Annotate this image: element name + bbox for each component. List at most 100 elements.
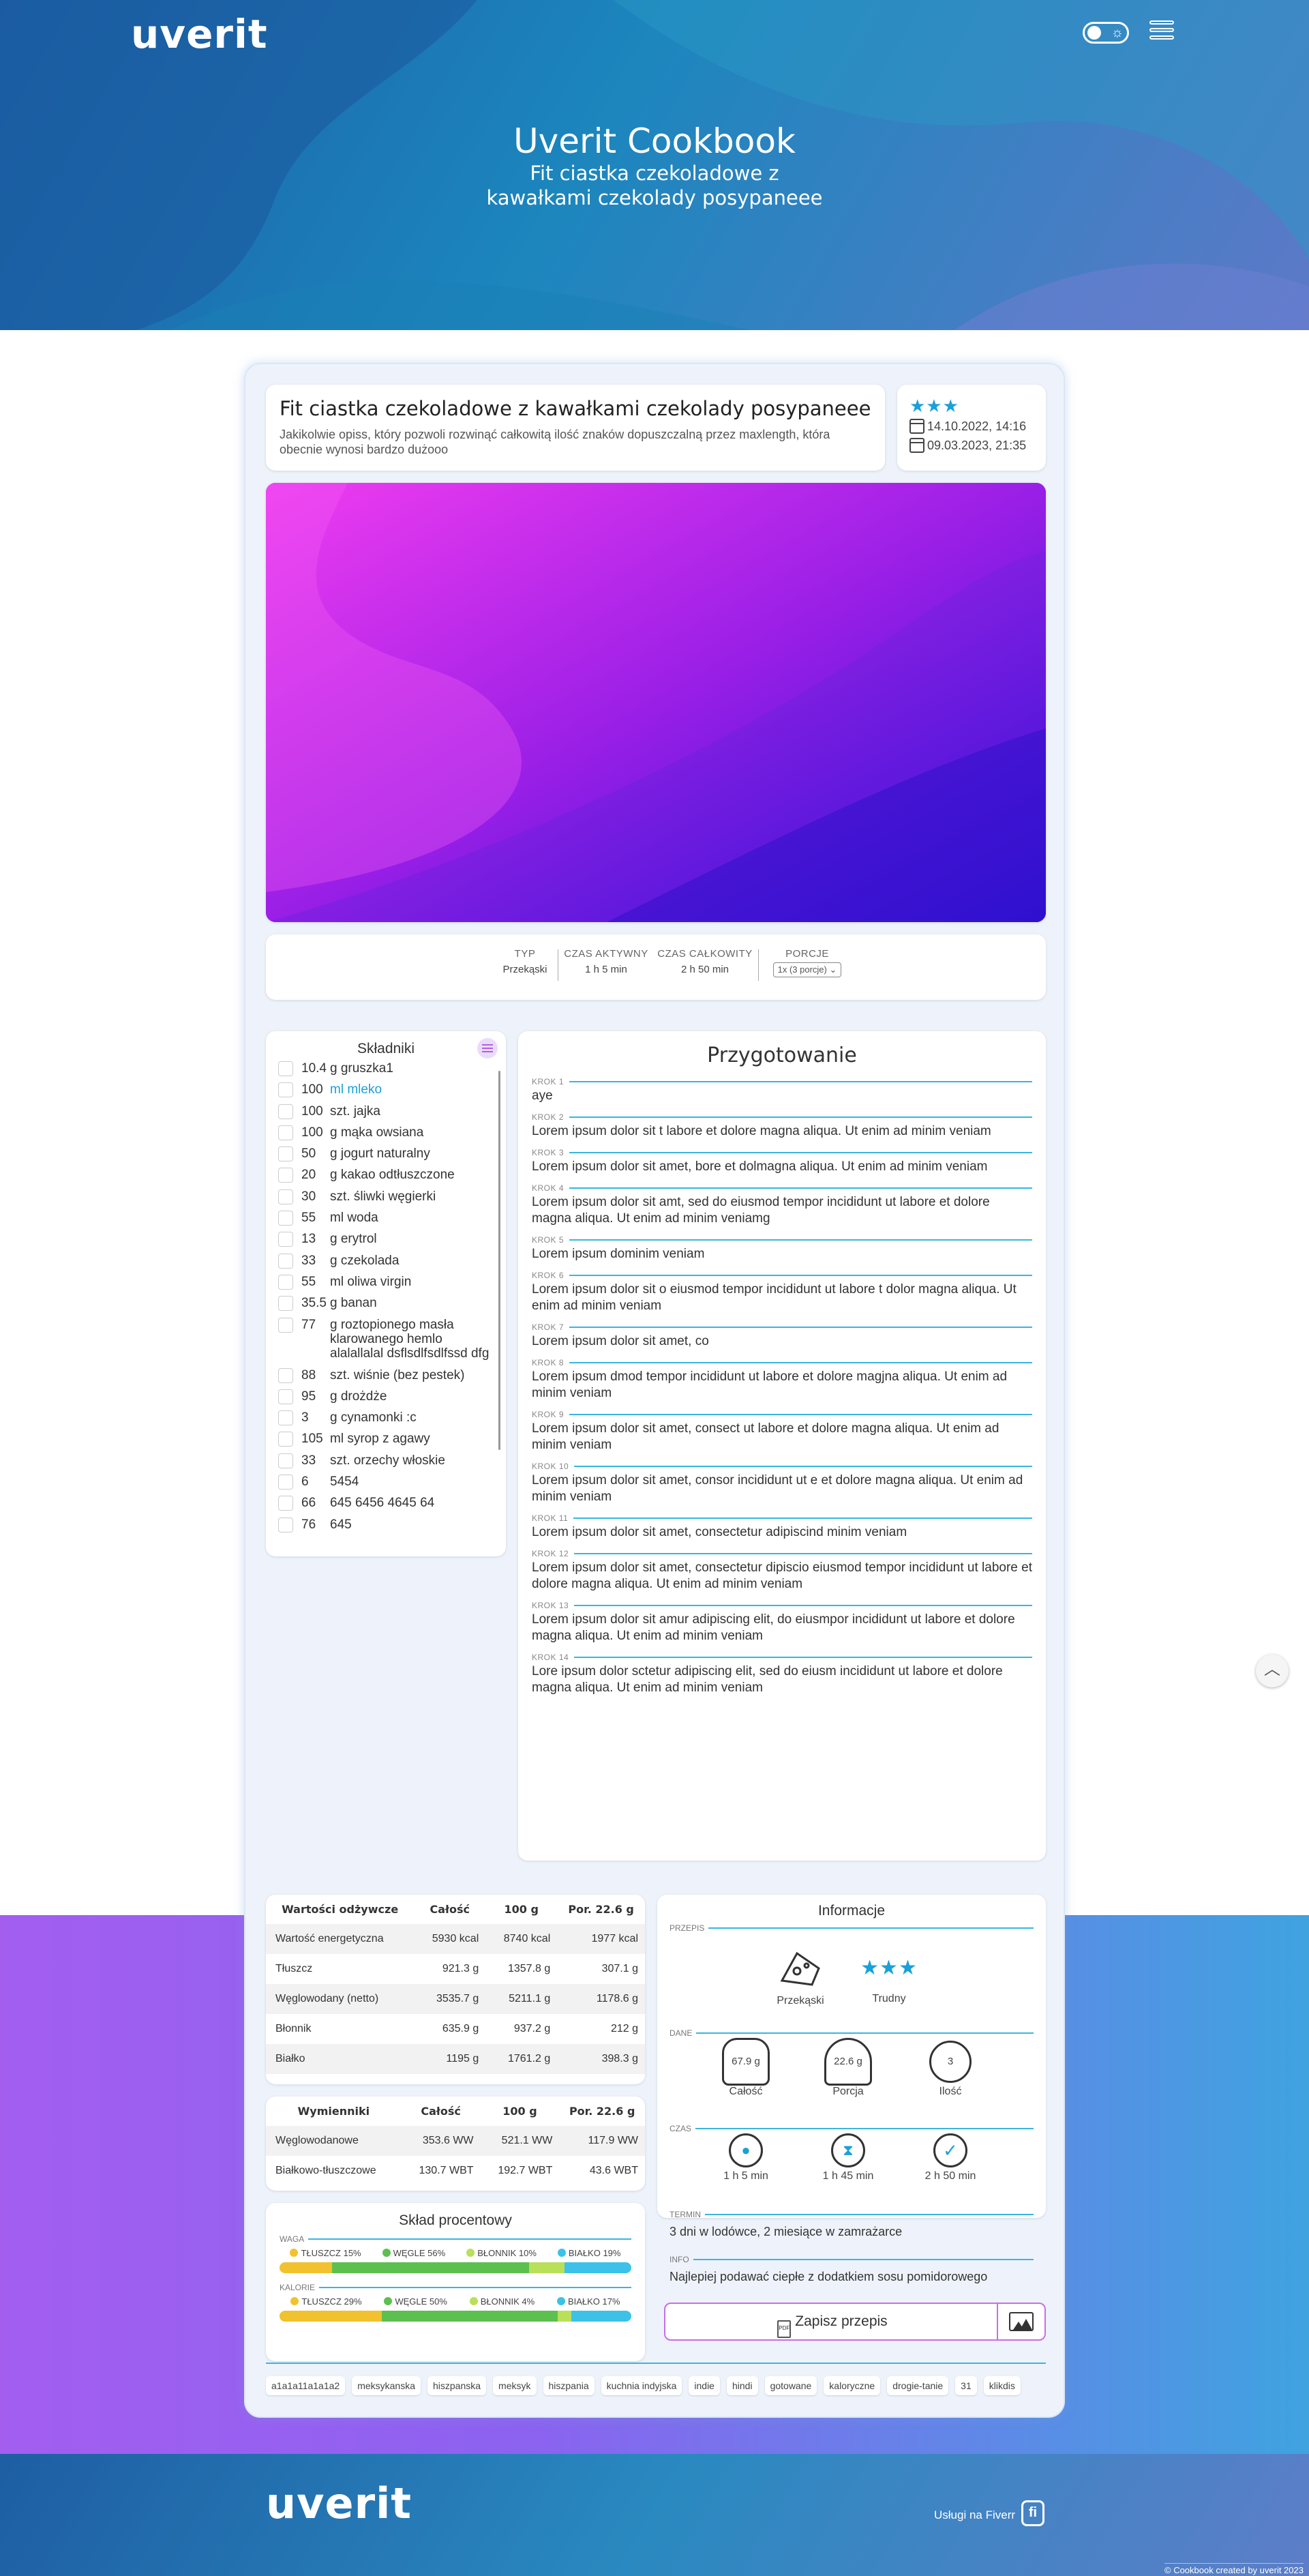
step-text: Lorem ipsum dmod tempor incididunt ut la…	[532, 1370, 1008, 1400]
table-cell: 307.1 g	[601, 1963, 638, 1974]
ingredient-item[interactable]: 50 g jogurt naturalny	[266, 1146, 506, 1168]
save-recipe-button[interactable]: PDF Zapisz przepis	[664, 2303, 1046, 2341]
scroll-top-button[interactable]: ︿	[1256, 1655, 1289, 1687]
ingredient-checkbox[interactable]	[278, 1317, 293, 1333]
tag[interactable]: hiszpania	[543, 2376, 595, 2395]
ingredient-checkbox[interactable]	[278, 1146, 293, 1162]
category-label: Przekąski	[777, 1995, 824, 2007]
ingredient-qty: 66	[301, 1496, 316, 1511]
info-card: Informacje PRZEPIS Przekąski ★★★ Trudny …	[657, 1895, 1046, 2283]
ingredient-name: g erytrol	[330, 1232, 377, 1247]
ingredient-checkbox[interactable]	[278, 1168, 293, 1183]
calendar-icon	[909, 419, 924, 434]
ingredient-item[interactable]: 35.5 g banan	[266, 1296, 506, 1317]
ingredient-checkbox[interactable]	[278, 1274, 293, 1290]
footer-logo[interactable]: uverit	[266, 2478, 412, 2528]
ingredient-checkbox[interactable]	[278, 1367, 293, 1383]
ingredient-checkbox[interactable]	[278, 1432, 293, 1447]
weight-legend: TŁUSZCZ 15% WĘGLE 56% BŁONNIK 10% BIAŁKO 19…	[280, 2248, 631, 2258]
site-logo[interactable]: uverit	[131, 11, 268, 57]
ingredient-item[interactable]: 76 645	[266, 1517, 506, 1539]
fiverr-icon[interactable]: fi	[1021, 2500, 1044, 2526]
ingredient-item[interactable]: 105 ml syrop z agawy	[266, 1432, 506, 1453]
theme-toggle[interactable]: ☼	[1083, 22, 1129, 44]
ingredient-item[interactable]: 10.4 g gruszka1	[266, 1061, 506, 1082]
ingredient-item[interactable]: 100 g mąka owsiana	[266, 1125, 506, 1146]
tag[interactable]: meksykanska	[352, 2376, 421, 2395]
ingredient-checkbox[interactable]	[278, 1389, 293, 1404]
portion-weight-cell: 22.6 g Porcja	[814, 2038, 882, 2098]
ingredient-item[interactable]: 100 szt. jajka	[266, 1104, 506, 1125]
ingredient-checkbox[interactable]	[278, 1410, 293, 1426]
ingredient-checkbox[interactable]	[278, 1232, 293, 1247]
ingredient-checkbox[interactable]	[278, 1082, 293, 1098]
weight-section-label: WAGA	[280, 2234, 631, 2244]
info-text: Najlepiej podawać ciepłe z dodatkiem sos…	[669, 2270, 988, 2283]
ingredient-item[interactable]: 55 ml woda	[266, 1211, 506, 1232]
ingredient-item[interactable]: 30 szt. śliwki węgierki	[266, 1189, 506, 1211]
tag[interactable]: a1a1a11a1a1a2	[266, 2376, 346, 2395]
table-cell: 921.3 g	[442, 1963, 479, 1974]
ingredient-checkbox[interactable]	[278, 1453, 293, 1468]
ingredient-item[interactable]: 13 g erytrol	[266, 1232, 506, 1253]
ingredient-item[interactable]: 100 ml mleko	[266, 1082, 506, 1104]
image-icon[interactable]	[1009, 2312, 1034, 2331]
recipe-description: Jakikolwie opiss, który pozwoli rozwinąć…	[280, 428, 830, 456]
info-header: Informacje	[817, 1903, 886, 1919]
ingredient-item[interactable]: 55 ml oliwa virgin	[266, 1274, 506, 1296]
step-label: KROK 8	[532, 1358, 1032, 1367]
ingredient-item[interactable]: 33 szt. orzechy włoskie	[266, 1453, 506, 1475]
tag[interactable]: meksyk	[493, 2376, 537, 2395]
preparation-step: KROK 10 Lorem ipsum dolor sit amet, conso…	[532, 1462, 1032, 1505]
table-cell: Węglowodany (netto)	[266, 1984, 415, 2014]
portions-selected-value: 1x (3 porcje)	[777, 964, 827, 975]
step-text: Lorem ipsum dolor sit amt, sed do eiusmo…	[532, 1195, 990, 1226]
ingredient-item[interactable]: 33 g czekolada	[266, 1253, 506, 1275]
bar-segment	[280, 2311, 382, 2322]
step-text: Lorem ipsum dolor sit amet, bore et dolm…	[532, 1159, 988, 1174]
page-title: Uverit Cookbook	[513, 121, 796, 161]
tag[interactable]: klikdis	[983, 2376, 1021, 2395]
ingredient-checkbox[interactable]	[278, 1517, 293, 1533]
tag[interactable]: indie	[689, 2376, 720, 2395]
ingredient-checkbox[interactable]	[278, 1253, 293, 1269]
recipe-image[interactable]	[266, 483, 1046, 922]
ingredient-item[interactable]: 3 g cynamonki :c	[266, 1410, 506, 1432]
ingredient-item[interactable]: 95 g drożdże	[266, 1389, 506, 1410]
step-text: Lorem ipsum dolor sit amet, consectetur …	[532, 1560, 1032, 1591]
ingredient-checkbox[interactable]	[278, 1211, 293, 1226]
tag[interactable]: kuchnia indyjska	[601, 2376, 682, 2395]
bar-segment	[571, 2311, 631, 2322]
ingredient-checkbox[interactable]	[278, 1475, 293, 1490]
ingredient-checkbox[interactable]	[278, 1189, 293, 1204]
nutrition-table-card: Wartości odżywcze Całość 100 g Por. 22.6 g …	[266, 1895, 645, 2084]
ingredient-checkbox[interactable]	[278, 1496, 293, 1511]
ingredient-item[interactable]: 6 5454	[266, 1475, 506, 1496]
portions-select[interactable]: 1x (3 porcje) ⌄	[772, 962, 842, 977]
ingredient-item[interactable]: 66 645 6456 4645 64	[266, 1496, 506, 1517]
tag[interactable]: gotowane	[764, 2376, 817, 2395]
ingredient-checkbox[interactable]	[278, 1296, 293, 1312]
ingredient-checkbox[interactable]	[278, 1061, 293, 1076]
tag[interactable]: kaloryczne	[824, 2376, 881, 2395]
tag[interactable]: hindi	[726, 2376, 758, 2395]
exchangers-table-card: Wymienniki Całość 100 g Por. 22.6 g Węglowo…	[266, 2097, 645, 2191]
recipe-section-label: PRZEPIS	[669, 1923, 1034, 1933]
ingredient-item[interactable]: 88 szt. wiśnie (bez pestek)	[266, 1367, 506, 1389]
table-header: Por. 22.6 g	[569, 2105, 635, 2118]
ingredient-item[interactable]: 77 g roztopionego masła klarowanego hemlo…	[266, 1317, 506, 1368]
copyright: © Cookbook created by uverit 2023	[1164, 2563, 1304, 2575]
ingredient-checkbox[interactable]	[278, 1104, 293, 1119]
tag[interactable]: drogie-tanie	[887, 2376, 949, 2395]
hamburger-menu-icon[interactable]	[1149, 20, 1174, 45]
chevron-up-icon: ︿	[1264, 1660, 1280, 1678]
ingredient-checkbox[interactable]	[278, 1125, 293, 1140]
ingredient-item[interactable]: 20 g kakao odtłuszczone	[266, 1168, 506, 1189]
step-label: KROK 9	[532, 1410, 1032, 1419]
table-row: Węglowodanowe 353.6 WW 521.1 WW 117.9 WW	[266, 2126, 645, 2156]
snack-icon	[780, 1951, 820, 1986]
tag[interactable]: hiszpanska	[427, 2376, 487, 2395]
shopping-list-icon[interactable]	[477, 1038, 498, 1058]
fiverr-link[interactable]: Usługi na Fiverr	[934, 2508, 1015, 2522]
tag[interactable]: 31	[955, 2376, 977, 2395]
